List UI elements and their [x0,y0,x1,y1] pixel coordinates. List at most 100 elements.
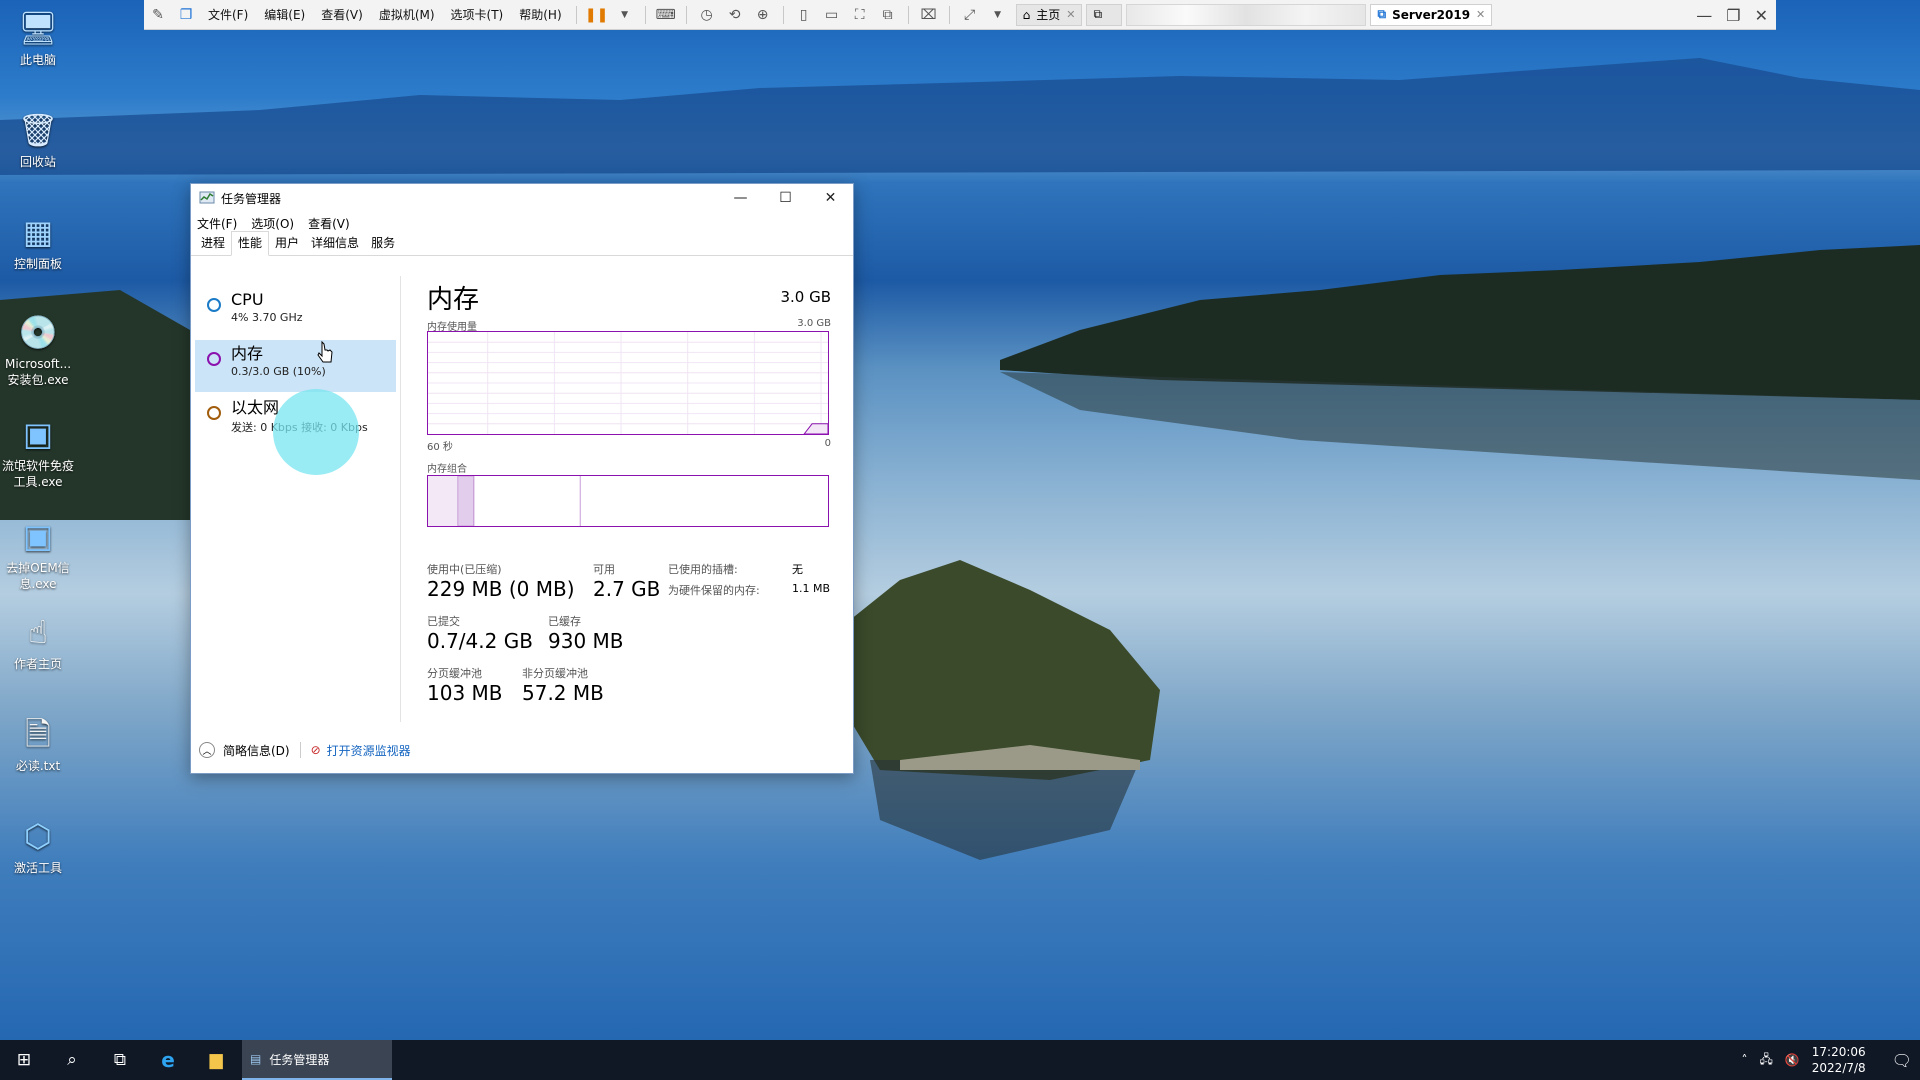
clock-time: 17:20:06 [1811,1045,1866,1059]
chevron-up-icon[interactable]: ˄ [1741,1053,1747,1067]
taskbar-app-label: 任务管理器 [269,1052,330,1067]
task-view-button[interactable]: ⧉ [96,1040,144,1080]
minimize-icon[interactable]: — [1696,6,1712,25]
dropdown-arrow-icon[interactable]: ▼ [987,4,1009,26]
desktop-icon-recycle-bin[interactable]: 🗑 回收站 [2,110,74,170]
unity-icon[interactable]: ⧉ [877,4,899,26]
desktop-icon-author-page[interactable]: ☝ 作者主页 [2,612,74,672]
stat-label: 已缓存 [548,615,581,628]
stat-value: 无 [792,563,803,576]
stat-label: 非分页缓冲池 [522,667,588,680]
dropdown-arrow-icon[interactable]: ▼ [614,4,636,26]
snapshot-manager-icon[interactable]: ⊕ [752,4,774,26]
file-explorer-button[interactable]: ▆ [192,1040,240,1080]
tab-server2019[interactable]: ⧉ Server2019 ✕ [1370,3,1493,26]
maximize-icon[interactable]: ☐ [763,184,808,212]
resource-monitor-icon: ⊘ [310,743,321,757]
stretch-icon[interactable]: ⤢ [959,4,981,26]
task-manager-icon: ▤ [250,1052,262,1066]
footer: ︿ 简略信息(D) ⊘ 打开资源监视器 [191,727,853,773]
desktop-icon-label: 流氓软件免疫工具.exe [2,459,75,489]
minimize-icon[interactable]: — [718,184,763,212]
desktop-icon-activation-tool[interactable]: ⬡ 激活工具 [2,816,74,876]
volume-muted-icon[interactable]: 🔇 [1785,1053,1800,1067]
search-icon: ⌕ [67,1050,77,1070]
ethernet-graph-icon [207,406,221,420]
library-view-icon[interactable]: ▯ [793,4,815,26]
resource-name: CPU [231,290,264,309]
stat-cached: 已缓存 930 MB [548,613,624,653]
close-icon[interactable]: ✕ [1755,6,1768,25]
desktop-icon-label: 此电脑 [19,53,56,67]
menu-options[interactable]: 选项(O) [251,215,294,232]
restore-icon[interactable]: ❐ [1726,6,1740,25]
desktop-icon-label: 作者主页 [13,657,62,671]
start-button[interactable]: ⊞ [0,1040,48,1080]
console-icon[interactable]: ⌧ [918,4,940,26]
tab-home[interactable]: ⌂ 主页 ✕ [1015,3,1083,26]
desktop-icon-microsoft-installer[interactable]: 💿 Microsoft... 安装包.exe [2,312,74,388]
system-tray: ˄ 🖧 🔇 17:20:06 2022/7/8 🗨 [1741,1040,1920,1080]
vm-tab-icon: ⧉ [1093,7,1103,21]
tab-blurred[interactable]: ⧉ [1086,3,1123,26]
send-keys-icon[interactable]: ⌨ [655,4,677,26]
pause-icon[interactable]: ❚❚ [585,4,608,26]
tab-services[interactable]: 服务 [365,232,401,255]
title-bar[interactable]: 任务管理器 — ☐ ✕ [191,184,853,212]
toolbar-divider [907,5,909,24]
tab-server2019-label: Server2019 [1392,7,1471,22]
close-icon[interactable]: ✕ [1476,8,1485,21]
desktop-icon-control-panel[interactable]: ▦ 控制面板 [2,212,74,272]
composition-in-use [428,476,458,526]
tab-users[interactable]: 用户 [269,232,305,255]
close-icon[interactable]: ✕ [808,184,853,212]
tab-strip: 进程 性能 用户 详细信息 服务 [191,231,853,256]
vm-menu-view[interactable]: 查看(V) [313,6,371,23]
desktop-icon-readme[interactable]: 🗎 必读.txt [2,714,74,774]
vm-menu-tabs[interactable]: 选项卡(T) [443,6,512,23]
exe-app-icon: ▣ [22,517,54,555]
vm-tab-icon: ⧉ [1377,7,1387,21]
chevron-up-icon[interactable]: ︿ [199,742,215,758]
notification-icon[interactable]: 🗨 [1892,1051,1912,1070]
clock[interactable]: 17:20:06 2022/7/8 [1812,1044,1866,1076]
resource-cpu[interactable]: CPU 4% 3.70 GHz [195,286,396,338]
pin-icon[interactable]: ✎ [147,4,169,26]
stat-label: 已提交 [427,615,460,628]
open-resource-monitor-link[interactable]: 打开资源监视器 [327,742,411,759]
fullscreen-icon[interactable]: ⛶ [849,4,871,26]
tab-processes[interactable]: 进程 [195,232,231,255]
vm-menu-vm[interactable]: 虚拟机(M) [371,6,443,23]
home-icon: ⌂ [1022,7,1031,22]
close-icon[interactable]: ✕ [1066,8,1075,21]
vm-menu-help[interactable]: 帮助(H) [511,6,569,23]
package-icon: ⬡ [24,817,52,855]
revert-snapshot-icon[interactable]: ⟲ [724,4,746,26]
network-icon[interactable]: 🖧 [1759,1050,1772,1071]
thumbnail-view-icon[interactable]: ▭ [821,4,843,26]
fewer-details-button[interactable]: 简略信息(D) [223,742,290,759]
tab-details[interactable]: 详细信息 [305,232,365,255]
desktop-icon-this-pc[interactable]: 🖥 此电脑 [2,8,74,68]
internet-explorer-button[interactable]: e [144,1040,192,1080]
footer-divider [299,742,301,758]
tab-performance[interactable]: 性能 [231,231,270,256]
search-button[interactable]: ⌕ [48,1040,96,1080]
toolbar-divider [644,5,646,24]
desktop-icon-remove-oem[interactable]: ▣ 去掉OEM信息.exe [2,516,74,592]
taskbar-app-task-manager[interactable]: ▤ 任务管理器 [242,1040,392,1080]
vmware-logo-icon: ❐ [179,6,193,23]
vm-menu-edit[interactable]: 编辑(E) [256,6,313,23]
menu-file[interactable]: 文件(F) [197,215,237,232]
stat-value: 0.7/4.2 GB [427,629,533,653]
desktop-icon-immunity-tool[interactable]: ▣ 流氓软件免疫工具.exe [2,414,74,490]
menu-view[interactable]: 查看(V) [308,215,350,232]
snapshot-icon[interactable]: ◷ [696,4,718,26]
task-manager-window: 任务管理器 — ☐ ✕ 文件(F) 选项(O) 查看(V) 进程 性能 用户 详… [190,183,854,774]
resource-memory[interactable]: 内存 0.3/3.0 GB (10%) [195,340,396,392]
stat-value: 229 MB (0 MB) [427,577,575,601]
graph-time-right: 0 [824,438,831,449]
resource-detail: 0.3/3.0 GB (10%) [231,365,326,378]
vm-menu-file[interactable]: 文件(F) [200,6,256,23]
toolbar-divider [575,5,577,24]
